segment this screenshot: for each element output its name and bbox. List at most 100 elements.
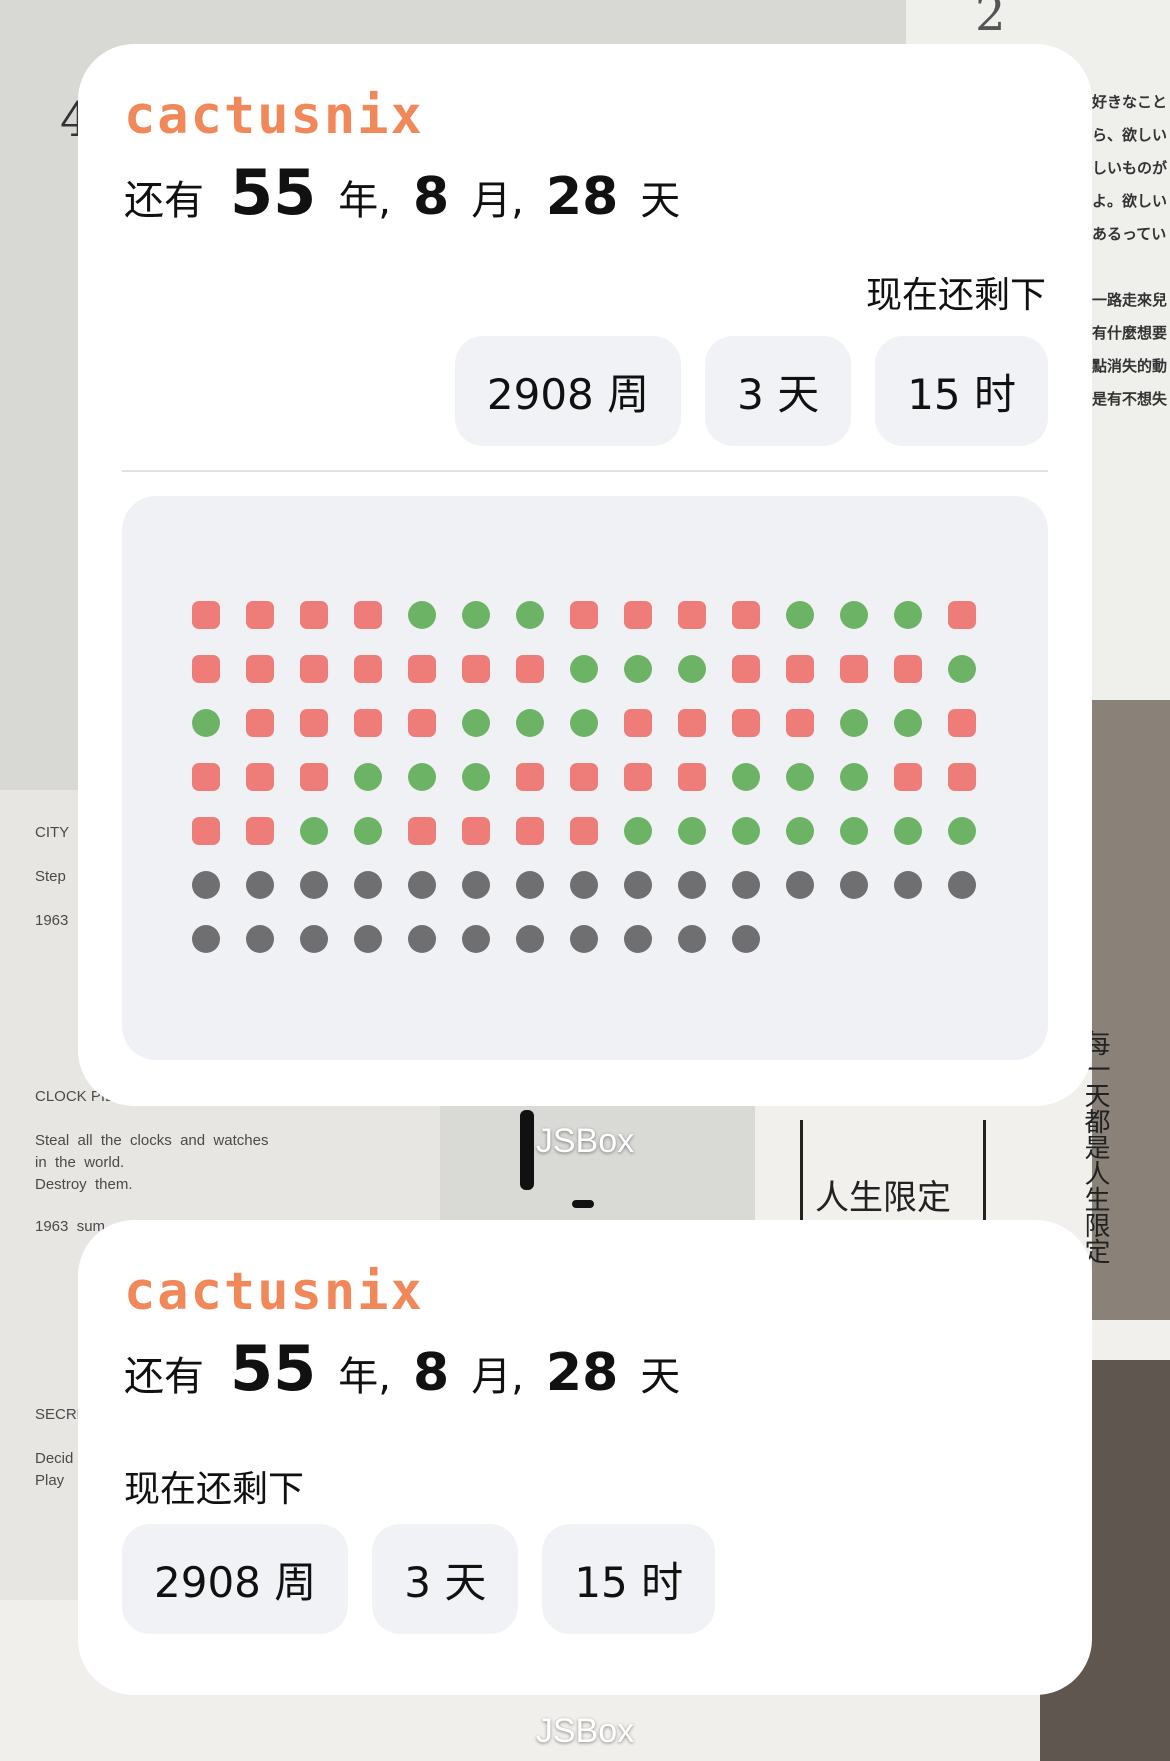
dot-future (732, 871, 760, 899)
dot-future (570, 925, 598, 953)
dot-weekday (732, 655, 760, 683)
dot-future (354, 925, 382, 953)
dot-weekend (354, 763, 382, 791)
life-countdown-widget-large[interactable]: cactusnix 还有 55 年, 8 月, 28 天 现在还剩下 2908 … (78, 44, 1092, 1106)
dot-weekend (570, 709, 598, 737)
years-value: 55 (230, 156, 317, 229)
dot-weekend (354, 817, 382, 845)
divider (122, 470, 1048, 472)
dot-weekend (894, 709, 922, 737)
dot-future (894, 871, 922, 899)
dot-weekend (462, 709, 490, 737)
dot-weekend (570, 655, 598, 683)
dot-weekend (786, 763, 814, 791)
dot-weekend (786, 601, 814, 629)
dot-future (408, 871, 436, 899)
widget-app-label: JSBox (535, 1122, 635, 1160)
dot-weekday (246, 601, 274, 629)
weeks-pill: 2908 周 (122, 1524, 349, 1634)
hours-pill: 15 时 (875, 336, 1048, 446)
wallpaper-text: 1963 (35, 912, 69, 929)
dot-weekend (786, 817, 814, 845)
dot-future (678, 925, 706, 953)
dot-weekend (840, 709, 868, 737)
dot-future (624, 871, 652, 899)
user-name: cactusnix (124, 86, 424, 146)
dot-weekend (894, 601, 922, 629)
dot-weekday (516, 763, 544, 791)
dot-weekday (516, 655, 544, 683)
weeks-pill: 2908 周 (454, 336, 682, 446)
dot-future (516, 925, 544, 953)
dot-weekday (786, 655, 814, 683)
months-value: 8 (413, 1343, 450, 1403)
dot-weekday (192, 763, 220, 791)
wallpaper-brush-stroke (572, 1200, 594, 1208)
dot-weekend (894, 817, 922, 845)
dot-future (300, 925, 328, 953)
dot-weekday (948, 709, 976, 737)
dot-weekend (408, 601, 436, 629)
dot-future (516, 871, 544, 899)
dot-weekday (354, 655, 382, 683)
dot-future (462, 871, 490, 899)
dot-weekday (300, 709, 328, 737)
dot-future (408, 925, 436, 953)
dot-weekday (354, 601, 382, 629)
year-unit: 年, (338, 178, 391, 224)
dot-weekend (462, 601, 490, 629)
dot-weekend (516, 601, 544, 629)
dot-weekday (408, 655, 436, 683)
day-unit: 天 (640, 178, 681, 224)
dot-weekday (462, 655, 490, 683)
dot-weekday (300, 655, 328, 683)
dot-weekday (192, 601, 220, 629)
hours-pill: 15 时 (542, 1524, 716, 1634)
day-unit: 天 (640, 1354, 681, 1400)
dot-weekday (570, 601, 598, 629)
year-dot-grid (192, 601, 976, 953)
dot-weekend (840, 817, 868, 845)
dot-weekday (894, 763, 922, 791)
dot-weekend (732, 817, 760, 845)
dot-weekday (246, 709, 274, 737)
year-unit: 年, (338, 1354, 391, 1400)
dot-weekday (570, 817, 598, 845)
remaining-life-line: 还有 55 年, 8 月, 28 天 (124, 1332, 680, 1405)
remaining-label: 现在还剩下 (124, 1469, 305, 1510)
dot-weekday (246, 817, 274, 845)
dot-future (354, 871, 382, 899)
remaining-pills: 2908 周 3 天 15 时 (454, 336, 1048, 446)
dot-weekday (732, 601, 760, 629)
dot-weekday (624, 709, 652, 737)
dot-future (678, 871, 706, 899)
dot-weekend (948, 655, 976, 683)
dot-future (624, 925, 652, 953)
dot-weekday (894, 655, 922, 683)
days-value: 28 (545, 1343, 619, 1403)
dot-weekend (624, 655, 652, 683)
dot-future (840, 871, 868, 899)
life-countdown-widget-medium[interactable]: cactusnix 还有 55 年, 8 月, 28 天 现在还剩下 2908 … (78, 1220, 1092, 1695)
dot-weekday (300, 601, 328, 629)
dot-weekend (840, 763, 868, 791)
dot-future (732, 925, 760, 953)
remaining-pills: 2908 周 3 天 15 时 (122, 1524, 716, 1634)
dot-weekend (678, 817, 706, 845)
dot-weekday (840, 655, 868, 683)
dot-weekday (192, 817, 220, 845)
widget-app-label: JSBox (535, 1712, 635, 1750)
dot-weekday (570, 763, 598, 791)
dot-future (786, 871, 814, 899)
wallpaper-handwriting: 人生限定 (815, 1178, 951, 1218)
dot-future (300, 871, 328, 899)
dot-weekday (408, 709, 436, 737)
dot-future (570, 871, 598, 899)
dot-weekday (678, 709, 706, 737)
days-pill: 3 天 (705, 336, 852, 446)
dot-future (246, 871, 274, 899)
dot-weekend (678, 655, 706, 683)
wallpaper-number: 2 (975, 0, 1006, 42)
dot-weekday (516, 817, 544, 845)
user-name: cactusnix (124, 1262, 424, 1322)
